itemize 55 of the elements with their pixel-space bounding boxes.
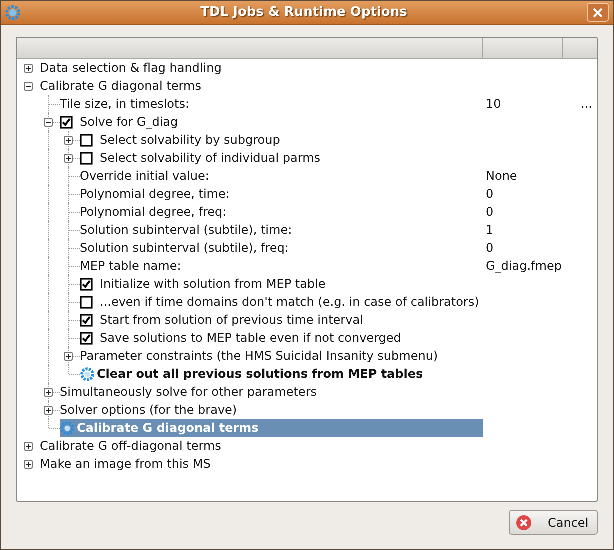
option-label[interactable]: MEP table name: <box>80 259 182 273</box>
option-value[interactable]: 0 <box>486 205 494 219</box>
cancel-icon <box>516 514 532 530</box>
job-label[interactable]: Clear out all previous solutions from MEP tables <box>97 367 424 381</box>
option-label[interactable]: Save solutions to MEP table even if not converged <box>100 331 402 345</box>
expand-icon[interactable] <box>64 154 73 162</box>
checkbox[interactable] <box>80 314 93 326</box>
gear-icon <box>60 420 75 436</box>
expand-icon[interactable] <box>44 406 53 414</box>
window-title: TDL Jobs & Runtime Options <box>200 5 408 20</box>
option-label[interactable]: Initialize with solution from MEP table <box>100 277 326 291</box>
expand-icon[interactable] <box>64 352 73 360</box>
option-label[interactable]: Override initial value: <box>80 169 210 183</box>
close-icon <box>593 8 603 18</box>
expand-icon[interactable] <box>44 388 53 396</box>
collapse-icon[interactable] <box>24 82 33 90</box>
option-value[interactable]: G_diag.fmep <box>486 259 562 273</box>
expand-icon[interactable] <box>64 136 73 144</box>
option-label[interactable]: Select solvability by subgroup <box>100 133 280 147</box>
checkbox[interactable] <box>80 278 93 290</box>
option-value[interactable]: 0 <box>486 241 494 255</box>
option-label[interactable]: ...even if time domains don't match (e.g. in case of calibrators) <box>100 295 480 309</box>
option-label[interactable]: Polynomial degree, freq: <box>80 205 227 219</box>
option-value[interactable]: None <box>486 169 518 183</box>
group-label[interactable]: Data selection & flag handling <box>40 61 222 75</box>
group-label[interactable]: Make an image from this MS <box>40 457 211 471</box>
checkbox[interactable] <box>80 332 93 344</box>
checkbox[interactable] <box>60 116 73 128</box>
group-label[interactable]: Solver options (for the brave) <box>60 403 238 417</box>
option-label[interactable]: Solve for G_diag <box>80 115 178 129</box>
expand-icon[interactable] <box>24 64 33 72</box>
option-value[interactable]: 1 <box>486 223 494 237</box>
expand-icon[interactable] <box>24 460 33 468</box>
checkbox[interactable] <box>80 152 93 164</box>
more-button[interactable]: ... <box>581 97 592 111</box>
collapse-icon[interactable] <box>44 118 53 126</box>
checkbox[interactable] <box>80 134 93 146</box>
option-label[interactable]: Solution subinterval (subtile), time: <box>80 223 292 237</box>
group-label[interactable]: Calibrate G off-diagonal terms <box>40 439 222 453</box>
option-value[interactable]: 0 <box>486 187 494 201</box>
gear-icon <box>80 366 95 382</box>
cancel-button[interactable]: Cancel <box>509 510 598 535</box>
close-button[interactable] <box>587 3 609 22</box>
group-label[interactable]: Calibrate G diagonal terms <box>40 79 202 93</box>
gear-icon <box>5 4 21 20</box>
option-label[interactable]: Tile size, in timeslots: <box>60 97 190 111</box>
checkbox[interactable] <box>80 296 93 308</box>
group-label[interactable]: Parameter constraints (the HMS Suicidal Insanity submenu) <box>80 349 438 363</box>
group-label[interactable]: Simultaneously solve for other parameters <box>60 385 318 399</box>
option-label[interactable]: Polynomial degree, time: <box>80 187 230 201</box>
option-label[interactable]: Solution subinterval (subtile), freq: <box>80 241 289 255</box>
option-value[interactable]: 10 <box>486 97 502 111</box>
option-label[interactable]: Select solvability of individual parms <box>100 151 321 165</box>
option-label[interactable]: Start from solution of previous time interval <box>100 313 364 327</box>
expand-icon[interactable] <box>24 442 33 450</box>
